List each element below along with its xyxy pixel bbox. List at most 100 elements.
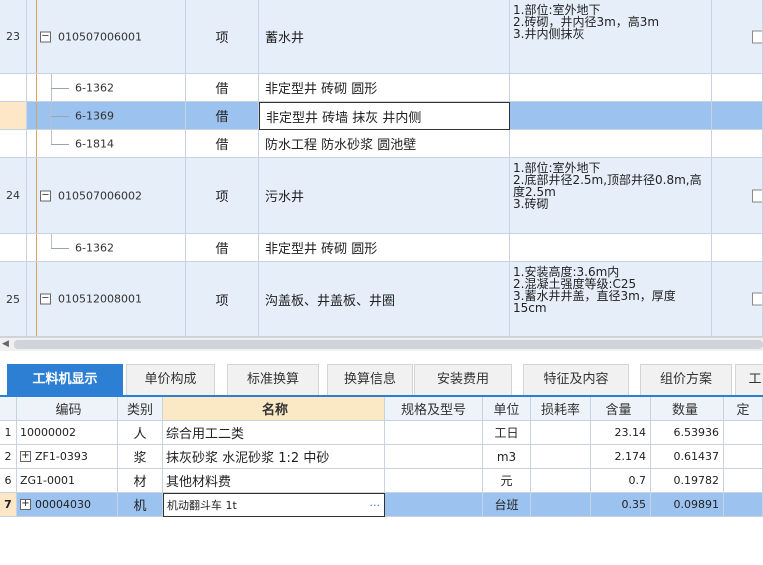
- content-cell[interactable]: 2.174: [591, 445, 651, 469]
- column-header[interactable]: 类别: [118, 397, 163, 421]
- name-cell[interactable]: 非定型井 砖砌 圆形: [259, 234, 510, 262]
- column-header[interactable]: 规格及型号: [385, 397, 483, 421]
- features-cell[interactable]: 1.部位:室外地下 2.底部井径2.5m,顶部井径0.8m,高度2.5m 3.砖…: [510, 158, 712, 234]
- code-cell[interactable]: 10000002: [17, 421, 118, 445]
- content-cell[interactable]: 23.14: [591, 421, 651, 445]
- tab-5[interactable]: 安装费用: [414, 364, 512, 395]
- code-cell[interactable]: −010507006002: [27, 158, 186, 234]
- collapse-icon[interactable]: −: [40, 31, 51, 42]
- collapse-icon[interactable]: −: [40, 293, 51, 305]
- horizontal-scrollbar[interactable]: ◀: [0, 337, 763, 351]
- tab-1[interactable]: 工料机显示: [7, 364, 123, 395]
- features-cell[interactable]: [510, 130, 712, 158]
- item-code: 010507006002: [58, 189, 142, 202]
- column-header[interactable]: 损耗率: [531, 397, 591, 421]
- sub-item-row[interactable]: 6-1369 借非定型井 砖墙 抹灰 井内侧: [0, 102, 763, 130]
- column-header[interactable]: 编码: [17, 397, 118, 421]
- tree-line: [36, 74, 37, 101]
- quantity-cell[interactable]: 6.53936: [651, 421, 724, 445]
- expand-icon[interactable]: +: [20, 499, 31, 510]
- sub-item-row[interactable]: 6-1362 借非定型井 砖砌 圆形: [0, 74, 763, 102]
- column-header[interactable]: 含量: [591, 397, 651, 421]
- column-header[interactable]: 单位: [483, 397, 531, 421]
- code-cell[interactable]: −010512008001: [27, 262, 186, 337]
- category-cell: 人: [118, 421, 163, 445]
- spec-cell[interactable]: [385, 421, 483, 445]
- row-checkbox[interactable]: [752, 189, 762, 202]
- column-header[interactable]: [0, 397, 17, 421]
- row-checkbox[interactable]: [752, 292, 762, 306]
- type-cell: 借: [186, 74, 259, 102]
- column-header[interactable]: 定: [724, 397, 763, 421]
- code-cell[interactable]: +00004030: [17, 493, 118, 517]
- code-cell[interactable]: 6-1814: [27, 130, 186, 158]
- item-code: 010512008001: [58, 292, 142, 306]
- features-cell[interactable]: 1.部位:室外地下 2.砖砌，井内径3m，高3m 3.井内侧抹灰: [510, 0, 712, 74]
- name-cell[interactable]: 综合用工二类: [163, 421, 385, 445]
- code-cell[interactable]: + ZF1-0393: [17, 445, 118, 469]
- loss-rate-cell[interactable]: [531, 469, 591, 493]
- table-row[interactable]: 2 + ZF1-0393 浆抹灰砂浆 水泥砂浆 1:2 中砂 m3 2.174 0.6143…: [0, 445, 763, 469]
- quota-code: 6-1362: [75, 241, 114, 254]
- features-cell[interactable]: [510, 74, 712, 102]
- checkbox-cell: [712, 130, 763, 158]
- spec-cell[interactable]: [385, 445, 483, 469]
- row-checkbox[interactable]: [752, 30, 762, 43]
- tab-6[interactable]: 特征及内容: [523, 364, 629, 395]
- tab-8[interactable]: 工: [735, 364, 763, 395]
- code-cell[interactable]: ZG1-0001: [17, 469, 118, 493]
- column-header[interactable]: 数量: [651, 397, 724, 421]
- quantity-cell[interactable]: 0.61437: [651, 445, 724, 469]
- table-row[interactable]: 7 +00004030 机机动翻斗车 1t ··· 台班 0.35 0.09891: [0, 493, 763, 517]
- loss-rate-cell[interactable]: [531, 421, 591, 445]
- name-cell[interactable]: 其他材料费: [163, 469, 385, 493]
- tab-7[interactable]: 组价方案: [640, 364, 732, 395]
- tab-2[interactable]: 单价构成: [126, 364, 215, 395]
- quantity-cell[interactable]: 0.09891: [651, 493, 724, 517]
- scroll-left-icon[interactable]: ◀: [2, 339, 9, 349]
- collapse-icon[interactable]: −: [40, 190, 51, 201]
- scrollbar-thumb[interactable]: [14, 340, 763, 349]
- tab-3[interactable]: 标准换算: [227, 364, 319, 395]
- resource-code: 00004030: [35, 498, 91, 511]
- table-row[interactable]: 1 10000002 人综合用工二类 工日 23.14 6.53936: [0, 421, 763, 445]
- checkbox-cell: [712, 74, 763, 102]
- features-cell[interactable]: [510, 102, 712, 130]
- column-header[interactable]: 名称: [163, 397, 385, 421]
- name-cell[interactable]: 蓄水井: [259, 0, 510, 74]
- name-cell[interactable]: 污水井: [259, 158, 510, 234]
- spec-cell[interactable]: [385, 469, 483, 493]
- tree-line: [36, 234, 37, 261]
- code-cell[interactable]: −010507006001: [27, 0, 186, 74]
- quota-code: 6-1814: [75, 137, 114, 150]
- table-row[interactable]: 6 ZG1-0001 材其他材料费 元 0.7 0.19782: [0, 469, 763, 493]
- expand-icon[interactable]: +: [20, 451, 31, 462]
- name-cell[interactable]: 非定型井 砖砌 圆形: [259, 74, 510, 102]
- row-index: 25: [0, 262, 27, 337]
- features-cell[interactable]: 1.安装高度:3.6m内 2.混凝土强度等级:C25 3.蓄水井井盖，直径3m，…: [510, 262, 712, 337]
- list-item-row[interactable]: 24−010507006002 项污水井 1.部位:室外地下 2.底部井径2.5m,…: [0, 158, 763, 234]
- list-item-row[interactable]: 25−010512008001 项沟盖板、井盖板、井圈 1.安装高度:3.6m内 2…: [0, 262, 763, 337]
- loss-rate-cell[interactable]: [531, 493, 591, 517]
- sub-item-row[interactable]: 6-1362 借非定型井 砖砌 圆形: [0, 234, 763, 262]
- name-cell[interactable]: 非定型井 砖墙 抹灰 井内侧: [259, 102, 510, 130]
- name-cell[interactable]: 沟盖板、井盖板、井圈: [259, 262, 510, 337]
- code-cell[interactable]: 6-1362: [27, 234, 186, 262]
- loss-rate-cell[interactable]: [531, 445, 591, 469]
- features-cell[interactable]: [510, 234, 712, 262]
- list-item-row[interactable]: 23−010507006001 项蓄水井 1.部位:室外地下 2.砖砌，井内径3m，…: [0, 0, 763, 74]
- content-cell[interactable]: 0.7: [591, 469, 651, 493]
- quantity-cell[interactable]: 0.19782: [651, 469, 724, 493]
- code-cell[interactable]: 6-1369: [27, 102, 186, 130]
- sub-item-row[interactable]: 6-1814 借防水工程 防水砂浆 圆池壁: [0, 130, 763, 158]
- content-cell[interactable]: 0.35: [591, 493, 651, 517]
- extra-cell: [724, 421, 763, 445]
- tab-4[interactable]: 换算信息: [327, 364, 413, 395]
- name-cell[interactable]: 防水工程 防水砂浆 圆池壁: [259, 130, 510, 158]
- name-cell[interactable]: 机动翻斗车 1t ···: [163, 493, 385, 517]
- spec-cell[interactable]: [385, 493, 483, 517]
- name-cell[interactable]: 抹灰砂浆 水泥砂浆 1:2 中砂: [163, 445, 385, 469]
- code-cell[interactable]: 6-1362: [27, 74, 186, 102]
- more-options-icon[interactable]: ···: [370, 499, 381, 512]
- item-name: 非定型井 砖墙 抹灰 井内侧: [266, 110, 422, 126]
